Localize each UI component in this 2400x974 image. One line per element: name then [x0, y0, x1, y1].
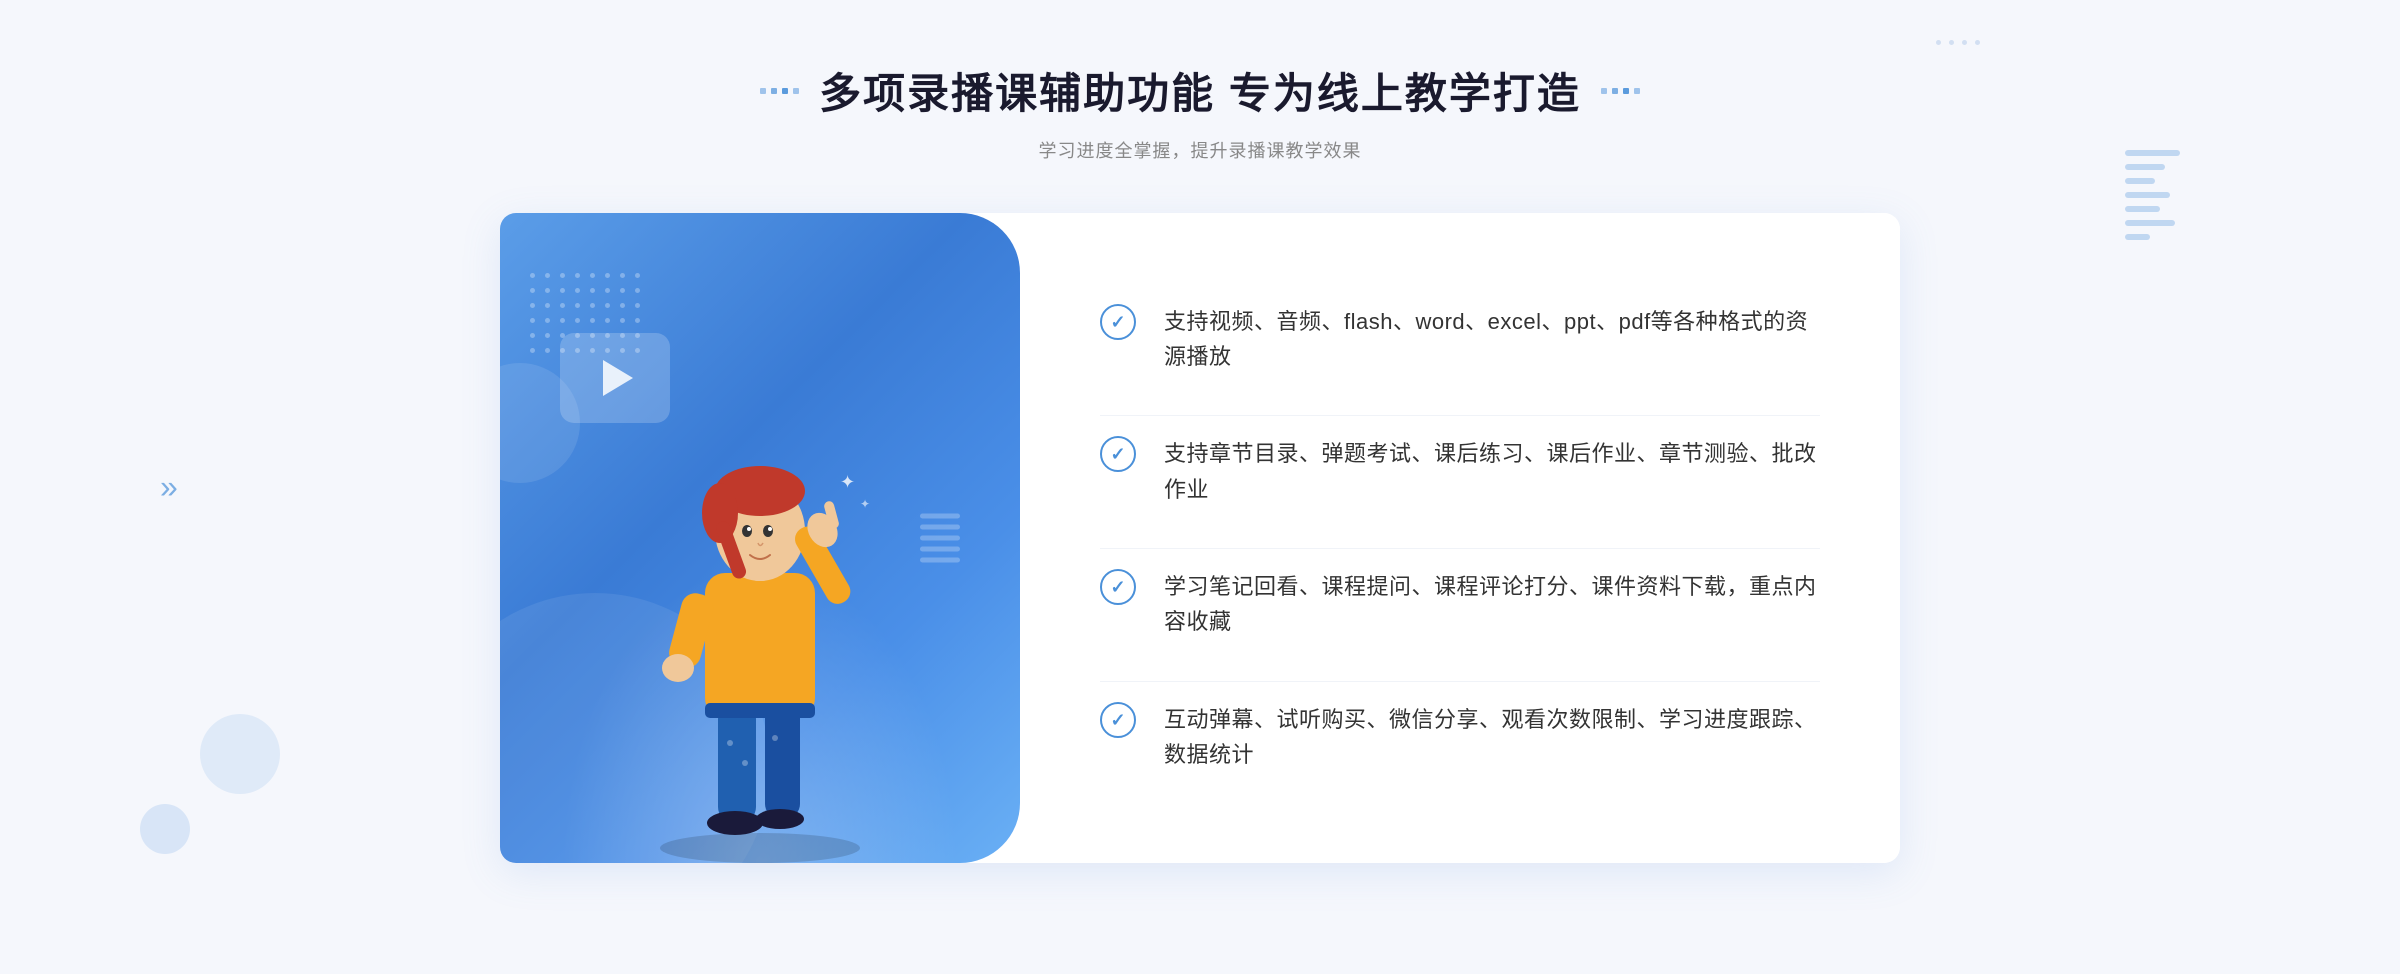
feature-item-3: ✓ 学习笔记回看、课程提问、课程评论打分、课件资料下载，重点内容收藏 [1100, 548, 1820, 659]
feature-item-4: ✓ 互动弹幕、试听购买、微信分享、观看次数限制、学习进度跟踪、数据统计 [1100, 681, 1820, 792]
check-icon-4: ✓ [1100, 702, 1136, 738]
blue-circle-decoration-1 [200, 714, 280, 794]
check-icon-3: ✓ [1100, 569, 1136, 605]
page-wrapper: 多项录播课辅助功能 专为线上教学打造 学习进度全掌握，提升录播课教学效果 » [0, 0, 2400, 974]
character-illustration: ✦ ✦ [600, 383, 920, 863]
title-row: 多项录播课辅助功能 专为线上教学打造 [760, 60, 1640, 121]
svg-text:✦: ✦ [860, 497, 870, 511]
right-title-decoration [1601, 88, 1640, 94]
illustration-panel: ✦ ✦ [500, 213, 1020, 863]
panel-stripe [920, 514, 960, 563]
subtitle: 学习进度全掌握，提升录播课教学效果 [760, 137, 1640, 163]
check-icon-1: ✓ [1100, 304, 1136, 340]
content-card: ✦ ✦ ✓ 支持视频、音频、flash、word、excel、ppt、pdf等各… [500, 213, 1900, 863]
right-stripes-decoration [2125, 150, 2180, 240]
check-icon-2: ✓ [1100, 436, 1136, 472]
feature-text-2: 支持章节目录、弹题考试、课后练习、课后作业、章节测验、批改作业 [1164, 436, 1820, 506]
page-header: 多项录播课辅助功能 专为线上教学打造 学习进度全掌握，提升录播课教学效果 [760, 60, 1640, 163]
top-right-dot-deco [1936, 40, 1980, 45]
svg-text:✦: ✦ [840, 472, 855, 492]
left-title-decoration [760, 88, 799, 94]
feature-text-1: 支持视频、音频、flash、word、excel、ppt、pdf等各种格式的资源… [1164, 304, 1820, 374]
feature-item-2: ✓ 支持章节目录、弹题考试、课后练习、课后作业、章节测验、批改作业 [1100, 415, 1820, 526]
feature-item-1: ✓ 支持视频、音频、flash、word、excel、ppt、pdf等各种格式的… [1100, 284, 1820, 394]
feature-text-3: 学习笔记回看、课程提问、课程评论打分、课件资料下载，重点内容收藏 [1164, 569, 1820, 639]
blue-circle-decoration-2 [140, 804, 190, 854]
main-title: 多项录播课辅助功能 专为线上教学打造 [819, 60, 1581, 121]
features-panel: ✓ 支持视频、音频、flash、word、excel、ppt、pdf等各种格式的… [1020, 213, 1900, 863]
left-arrow-decoration: » [160, 469, 178, 506]
feature-text-4: 互动弹幕、试听购买、微信分享、观看次数限制、学习进度跟踪、数据统计 [1164, 702, 1820, 772]
